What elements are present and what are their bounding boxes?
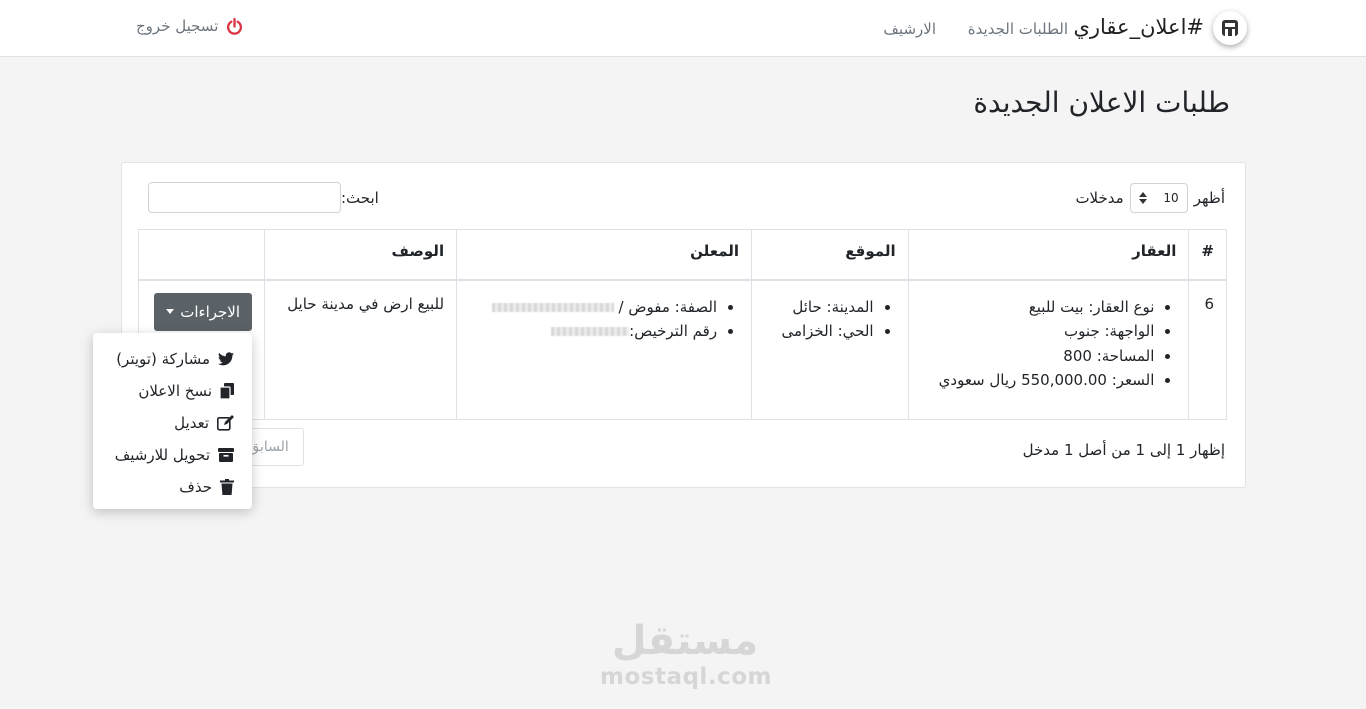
header-location[interactable]: الموقع bbox=[751, 229, 909, 281]
show-label: أظهر bbox=[1193, 189, 1225, 207]
header-advertiser[interactable]: المعلن bbox=[456, 229, 753, 281]
cell-property: نوع العقار: بيت للبيع الواجهة: جنوب المس… bbox=[907, 279, 1190, 420]
nav-new-requests[interactable]: الطلبات الجديدة bbox=[968, 20, 1068, 38]
twitter-icon bbox=[218, 352, 234, 366]
advertiser-license-item: رقم الترخيص: bbox=[469, 319, 717, 344]
menu-item-label: حذف bbox=[179, 478, 212, 496]
table-row: 6 نوع العقار: بيت للبيع الواجهة: جنوب ال… bbox=[137, 279, 1227, 420]
nav-archive[interactable]: الارشيف bbox=[883, 20, 936, 38]
logout-button[interactable]: تسجيل خروج bbox=[136, 17, 243, 35]
actions-label: الاجراءات bbox=[180, 302, 241, 321]
sort-arrows-icon bbox=[1138, 192, 1147, 204]
advertiser-role: الصفة: مفوض / bbox=[618, 297, 718, 316]
actions-dropdown-menu: مشاركة (تويتر) نسخ الاعلان تعديل تحويل ل… bbox=[93, 333, 252, 509]
cell-description: للبيع ارض في مدينة حايل bbox=[264, 279, 458, 420]
cell-advertiser: الصفة: مفوض / رقم الترخيص: bbox=[456, 279, 753, 420]
cell-id: 6 bbox=[1188, 279, 1227, 420]
search-label: ابحث: bbox=[341, 188, 379, 207]
property-facade: الواجهة: جنوب bbox=[921, 319, 1154, 344]
requests-table: # العقار الموقع المعلن الوصف 6 نوع العقا… bbox=[137, 229, 1227, 420]
menu-item-share-twitter[interactable]: مشاركة (تويتر) bbox=[93, 343, 252, 375]
menu-item-label: نسخ الاعلان bbox=[138, 382, 212, 400]
edit-icon bbox=[217, 415, 234, 431]
navbar: #اعلان_عقاري الطلبات الجديدة الارشيف تسج… bbox=[0, 0, 1366, 57]
redacted-name bbox=[491, 302, 614, 312]
property-price: السعر: 550,000.00 ريال سعودي bbox=[921, 368, 1155, 393]
entries-length-control: أظهر 10 مدخلات bbox=[1075, 183, 1225, 213]
entries-value: 10 bbox=[1163, 191, 1179, 205]
entries-select[interactable]: 10 bbox=[1129, 183, 1188, 213]
watermark-latin: mostaql.com bbox=[600, 664, 772, 690]
location-city: المدينة: حائل bbox=[764, 295, 873, 320]
requests-card: أظهر 10 مدخلات ابحث: # العقار الموقع الم… bbox=[121, 162, 1246, 488]
menu-item-label: مشاركة (تويتر) bbox=[116, 350, 210, 368]
menu-item-label: تحويل للارشيف bbox=[114, 446, 210, 464]
trash-icon bbox=[220, 479, 234, 495]
redacted-license bbox=[551, 327, 630, 336]
logout-label: تسجيل خروج bbox=[136, 17, 219, 35]
caret-down-icon bbox=[166, 309, 175, 314]
brand-logo-icon[interactable] bbox=[1213, 11, 1247, 45]
header-property[interactable]: العقار bbox=[907, 229, 1190, 281]
cell-location: المدينة: حائل الحي: الخزامى bbox=[751, 279, 909, 420]
header-id[interactable]: # bbox=[1188, 229, 1227, 281]
property-area: المساحة: 800 bbox=[921, 344, 1154, 369]
menu-item-label: تعديل bbox=[174, 414, 209, 432]
table-header-row: # العقار الموقع المعلن الوصف bbox=[137, 229, 1227, 281]
property-type: نوع العقار: بيت للبيع bbox=[921, 295, 1155, 320]
copy-icon bbox=[220, 383, 234, 399]
table-info: إظهار 1 إلى 1 من أصل 1 مدخل bbox=[1022, 441, 1225, 459]
brand-title[interactable]: #اعلان_عقاري bbox=[1073, 15, 1204, 39]
header-actions bbox=[137, 229, 266, 281]
menu-item-delete[interactable]: حذف bbox=[93, 471, 252, 503]
power-icon bbox=[227, 17, 243, 35]
page-title: طلبات الاعلان الجديدة bbox=[973, 86, 1230, 119]
search-input[interactable] bbox=[148, 182, 341, 213]
actions-dropdown-button[interactable]: الاجراءات bbox=[154, 292, 253, 331]
header-description[interactable]: الوصف bbox=[264, 229, 458, 281]
watermark-logo: مستقل mostaql.com bbox=[600, 618, 772, 690]
entries-label: مدخلات bbox=[1075, 189, 1124, 207]
menu-item-edit[interactable]: تعديل bbox=[93, 407, 252, 439]
advertiser-license: رقم الترخيص: bbox=[629, 322, 718, 340]
search-control: ابحث: bbox=[148, 182, 379, 213]
advertiser-role-item: الصفة: مفوض / bbox=[469, 295, 717, 320]
menu-item-copy[interactable]: نسخ الاعلان bbox=[93, 375, 252, 407]
archive-icon bbox=[218, 448, 234, 462]
menu-item-archive[interactable]: تحويل للارشيف bbox=[93, 439, 252, 471]
location-district: الحي: الخزامى bbox=[764, 319, 873, 344]
watermark-arabic: مستقل bbox=[611, 618, 759, 664]
